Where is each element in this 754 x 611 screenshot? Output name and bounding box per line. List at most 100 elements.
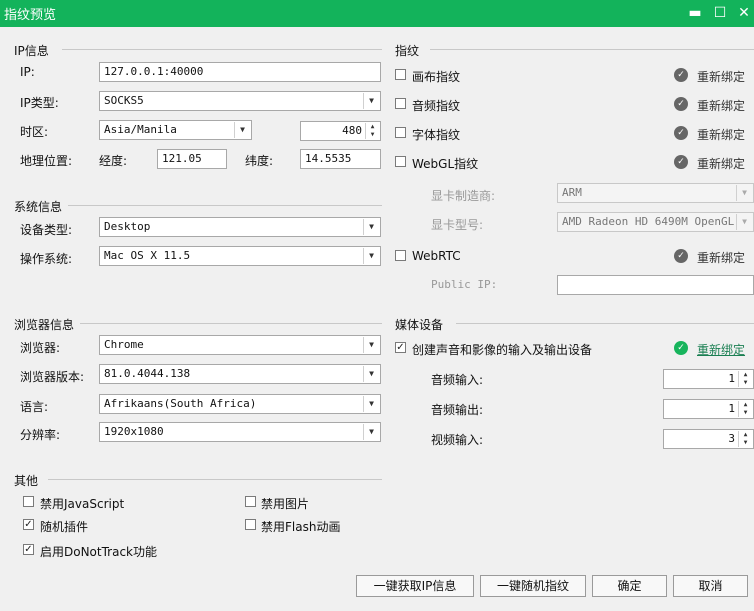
chevron-down-icon[interactable]: ▼: [363, 337, 379, 353]
chevron-down-icon[interactable]: ▼: [363, 424, 379, 440]
check-circle-icon: ✓: [674, 68, 688, 82]
webrtc-rebind-link[interactable]: 重新绑定: [697, 249, 745, 266]
webgl-rebind-link[interactable]: 重新绑定: [697, 155, 745, 172]
spin-buttons[interactable]: ▲ ▼: [738, 401, 752, 417]
canvas-fp-label: 画布指纹: [412, 70, 461, 84]
other-section-title: 其他: [14, 474, 39, 488]
os-label: 操作系统:: [20, 252, 73, 266]
browser-select[interactable]: Chrome ▼: [99, 335, 381, 355]
latitude-input[interactable]: 14.5535: [300, 149, 381, 169]
create-devices-checkbox[interactable]: ✓: [395, 342, 406, 353]
audio-rebind-link[interactable]: 重新绑定: [697, 97, 745, 114]
webgl-fp-checkbox[interactable]: [395, 156, 406, 167]
geo-label: 地理位置:: [20, 154, 73, 168]
close-icon[interactable]: ✕: [735, 4, 753, 22]
ip-type-select[interactable]: SOCKS5 ▼: [99, 91, 381, 111]
chevron-down-icon[interactable]: ▼: [363, 396, 379, 412]
latitude-label: 纬度:: [245, 154, 274, 168]
spin-down-icon[interactable]: ▼: [739, 409, 752, 417]
chevron-down-icon[interactable]: ▼: [736, 185, 752, 201]
font-fp-checkbox[interactable]: [395, 127, 406, 138]
device-type-value: Desktop: [104, 220, 151, 233]
spin-up-icon[interactable]: ▲: [366, 123, 379, 131]
chevron-down-icon[interactable]: ▼: [363, 366, 379, 382]
random-fingerprint-button[interactable]: 一键随机指纹: [480, 575, 586, 597]
disable-flash-label: 禁用Flash动画: [261, 520, 341, 534]
random-plugins-checkbox[interactable]: ✓: [23, 519, 34, 530]
spin-buttons[interactable]: ▲ ▼: [365, 123, 379, 139]
ip-label: IP:: [20, 65, 35, 79]
disable-js-checkbox[interactable]: [23, 496, 34, 507]
browser-section-title: 浏览器信息: [14, 318, 75, 332]
timezone-value: Asia/Manila: [104, 123, 177, 136]
spin-up-icon[interactable]: ▲: [739, 431, 752, 439]
minimize-icon[interactable]: ▬: [686, 4, 704, 22]
random-plugins-label: 随机插件: [40, 520, 89, 534]
chevron-down-icon[interactable]: ▼: [363, 219, 379, 235]
timezone-offset-value: 480: [342, 124, 362, 137]
spin-up-icon[interactable]: ▲: [739, 371, 752, 379]
spin-down-icon[interactable]: ▼: [739, 439, 752, 447]
os-value: Mac OS X 11.5: [104, 249, 191, 262]
audio-fp-label: 音频指纹: [412, 99, 461, 113]
get-ip-info-button[interactable]: 一键获取IP信息: [356, 575, 474, 597]
resolution-select[interactable]: 1920x1080 ▼: [99, 422, 381, 442]
cancel-button[interactable]: 取消: [673, 575, 748, 597]
divider: [48, 479, 382, 480]
audio-out-label: 音频输出:: [431, 403, 484, 417]
maximize-icon[interactable]: ☐: [711, 4, 729, 22]
language-select[interactable]: Afrikaans(South Africa) ▼: [99, 394, 381, 414]
system-section-title: 系统信息: [14, 200, 63, 214]
timezone-offset-stepper[interactable]: 480 ▲ ▼: [300, 121, 381, 141]
check-circle-icon: ✓: [674, 155, 688, 169]
video-in-stepper[interactable]: 3 ▲ ▼: [663, 429, 754, 449]
spin-down-icon[interactable]: ▼: [739, 379, 752, 387]
media-rebind-link[interactable]: 重新绑定: [697, 341, 745, 358]
gpu-model-select[interactable]: AMD Radeon HD 6490M OpenGL E ▼: [557, 212, 754, 232]
audio-in-stepper[interactable]: 1 ▲ ▼: [663, 369, 754, 389]
ok-button[interactable]: 确定: [592, 575, 667, 597]
gpu-vendor-value: ARM: [562, 186, 582, 199]
ip-input[interactable]: 127.0.0.1:40000: [99, 62, 381, 82]
dnt-label: 启用DoNotTrack功能: [40, 545, 158, 559]
device-type-select[interactable]: Desktop ▼: [99, 217, 381, 237]
resolution-label: 分辨率:: [20, 428, 61, 442]
timezone-select[interactable]: Asia/Manila ▼: [99, 120, 252, 140]
check-circle-icon: ✓: [674, 341, 688, 355]
chevron-down-icon[interactable]: ▼: [363, 248, 379, 264]
divider: [456, 323, 754, 324]
disable-images-checkbox[interactable]: [245, 496, 256, 507]
spin-buttons[interactable]: ▲ ▼: [738, 371, 752, 387]
resolution-value: 1920x1080: [104, 425, 164, 438]
webrtc-checkbox[interactable]: [395, 250, 406, 261]
ip-section-title: IP信息: [14, 44, 49, 58]
check-circle-icon: ✓: [674, 97, 688, 111]
check-circle-icon: ✓: [674, 249, 688, 263]
divider: [62, 49, 382, 50]
canvas-fp-checkbox[interactable]: [395, 69, 406, 80]
video-in-label: 视频输入:: [431, 433, 484, 447]
spin-buttons[interactable]: ▲ ▼: [738, 431, 752, 447]
gpu-model-label: 显卡型号:: [431, 218, 484, 232]
dnt-checkbox[interactable]: ✓: [23, 544, 34, 555]
gpu-vendor-select[interactable]: ARM ▼: [557, 183, 754, 203]
chevron-down-icon[interactable]: ▼: [234, 122, 250, 138]
chevron-down-icon[interactable]: ▼: [736, 214, 752, 230]
gpu-model-value: AMD Radeon HD 6490M OpenGL E: [562, 215, 748, 228]
spin-down-icon[interactable]: ▼: [366, 131, 379, 139]
font-rebind-link[interactable]: 重新绑定: [697, 126, 745, 143]
longitude-input[interactable]: 121.05: [157, 149, 227, 169]
os-select[interactable]: Mac OS X 11.5 ▼: [99, 246, 381, 266]
canvas-rebind-link[interactable]: 重新绑定: [697, 68, 745, 85]
chevron-down-icon[interactable]: ▼: [363, 93, 379, 109]
divider: [80, 323, 382, 324]
browser-version-select[interactable]: 81.0.4044.138 ▼: [99, 364, 381, 384]
audio-fp-checkbox[interactable]: [395, 98, 406, 109]
public-ip-input[interactable]: [557, 275, 754, 295]
font-fp-label: 字体指纹: [412, 128, 461, 142]
audio-out-stepper[interactable]: 1 ▲ ▼: [663, 399, 754, 419]
webrtc-label: WebRTC: [412, 249, 461, 263]
spin-up-icon[interactable]: ▲: [739, 401, 752, 409]
divider: [68, 205, 382, 206]
disable-flash-checkbox[interactable]: [245, 519, 256, 530]
